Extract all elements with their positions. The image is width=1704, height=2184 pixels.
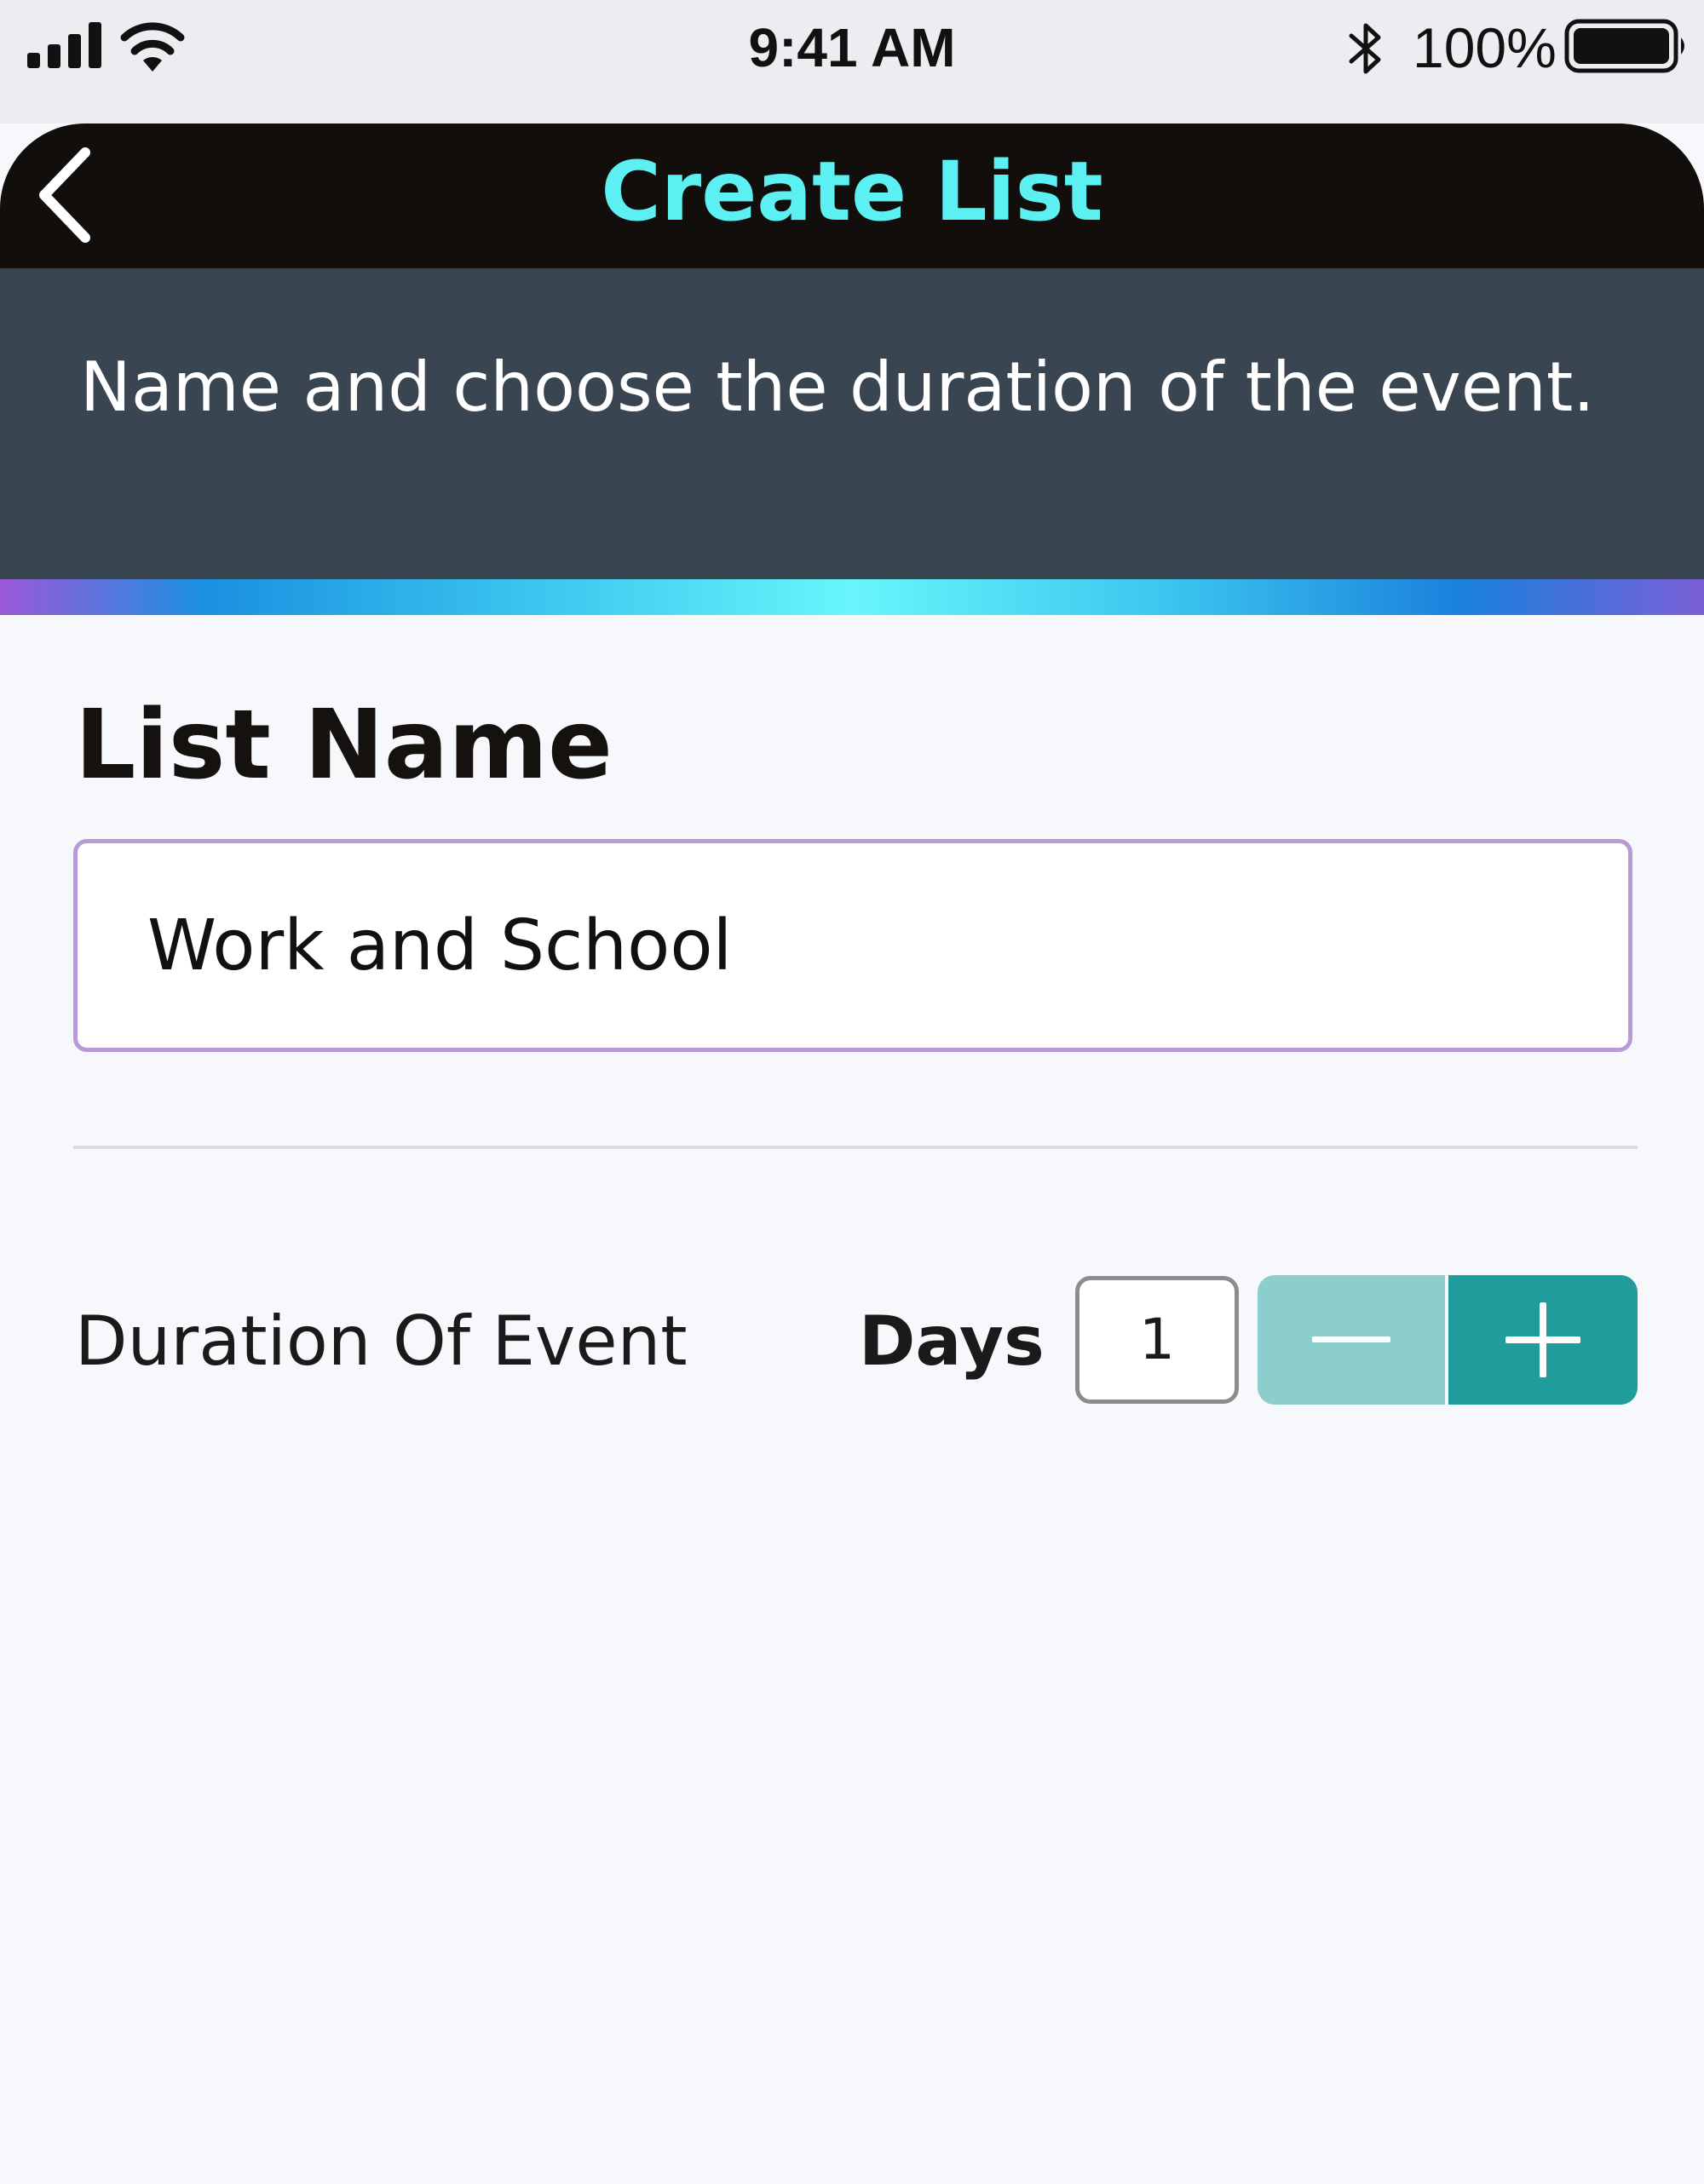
status-bar: 9:41 AM 100% bbox=[0, 0, 1704, 124]
increment-button[interactable] bbox=[1448, 1275, 1638, 1405]
list-name-input[interactable] bbox=[73, 839, 1632, 1052]
battery-percent: 100% bbox=[1413, 16, 1557, 79]
list-name-heading: List Name bbox=[75, 690, 613, 801]
days-unit-label: Days bbox=[859, 1302, 1045, 1381]
days-value-field[interactable]: 1 bbox=[1075, 1276, 1239, 1404]
gradient-divider bbox=[0, 579, 1704, 615]
duration-label: Duration Of Event bbox=[75, 1302, 688, 1381]
minus-icon bbox=[1312, 1336, 1390, 1342]
create-list-screen: 9:41 AM 100% Create List Name and choose… bbox=[0, 0, 1704, 2184]
nav-bar: Create List bbox=[0, 124, 1704, 268]
page-title: Create List bbox=[601, 144, 1103, 239]
days-stepper bbox=[1258, 1275, 1638, 1405]
section-divider bbox=[73, 1146, 1638, 1149]
instruction-banner: Name and choose the duration of the even… bbox=[0, 268, 1704, 579]
decrement-button[interactable] bbox=[1258, 1275, 1445, 1405]
instruction-text: Name and choose the duration of the even… bbox=[80, 348, 1595, 427]
battery-icon bbox=[1564, 19, 1684, 73]
plus-icon bbox=[1505, 1302, 1580, 1377]
bluetooth-icon bbox=[1349, 23, 1381, 74]
